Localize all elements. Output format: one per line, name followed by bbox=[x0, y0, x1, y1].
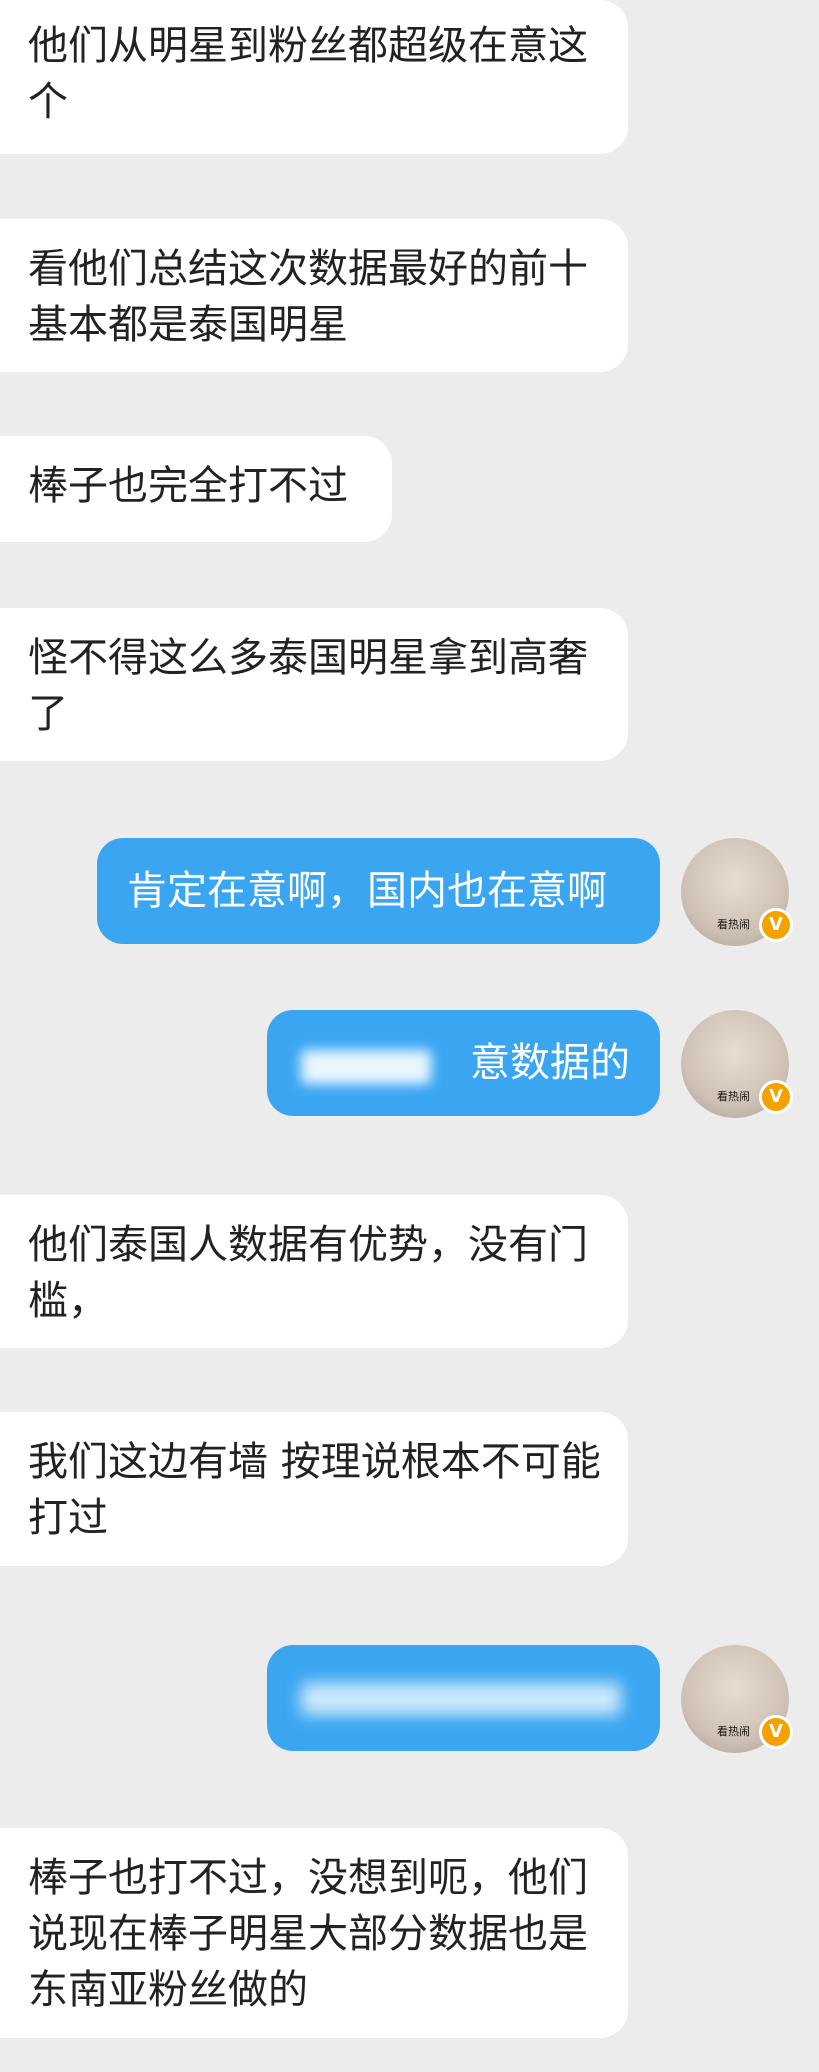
message-bubble-incoming: 我们这边有墙 按理说根本不可能打过 bbox=[0, 1412, 628, 1566]
avatar-caption: 看热闹 bbox=[717, 1090, 750, 1103]
verified-badge-icon: V bbox=[759, 1080, 793, 1114]
message-bubble-outgoing: 肯定在意啊，国内也在意啊 bbox=[97, 838, 660, 944]
avatar[interactable]: 看热闹 V bbox=[681, 1645, 793, 1753]
message-text: 意数据的 bbox=[470, 1040, 630, 1086]
message-bubble-incoming: 怪不得这么多泰国明星拿到高奢了 bbox=[0, 608, 628, 761]
message-bubble-incoming: 看他们总结这次数据最好的前十基本都是泰国明星 bbox=[0, 219, 628, 372]
redaction-blur bbox=[301, 1050, 431, 1084]
avatar[interactable]: 看热闹 V bbox=[681, 1010, 793, 1118]
message-bubble-incoming: 棒子也完全打不过 bbox=[0, 436, 392, 542]
message-bubble-incoming: 他们泰国人数据有优势，没有门槛， bbox=[0, 1195, 628, 1348]
avatar-caption: 看热闹 bbox=[717, 1725, 750, 1738]
avatar-caption: 看热闹 bbox=[717, 918, 750, 931]
message-bubble-outgoing bbox=[267, 1645, 660, 1751]
chat-thread: 他们从明星到粉丝都超级在意这个 看他们总结这次数据最好的前十基本都是泰国明星 棒… bbox=[0, 0, 819, 2072]
message-bubble-outgoing: 意数据的 bbox=[267, 1010, 660, 1116]
verified-badge-icon: V bbox=[759, 908, 793, 942]
redaction-blur bbox=[301, 1683, 621, 1715]
message-bubble-incoming: 他们从明星到粉丝都超级在意这个 bbox=[0, 0, 628, 154]
verified-badge-icon: V bbox=[759, 1715, 793, 1749]
message-bubble-incoming: 棒子也打不过，没想到呃，他们说现在棒子明星大部分数据也是东南亚粉丝做的 bbox=[0, 1828, 628, 2038]
avatar[interactable]: 看热闹 V bbox=[681, 838, 793, 946]
